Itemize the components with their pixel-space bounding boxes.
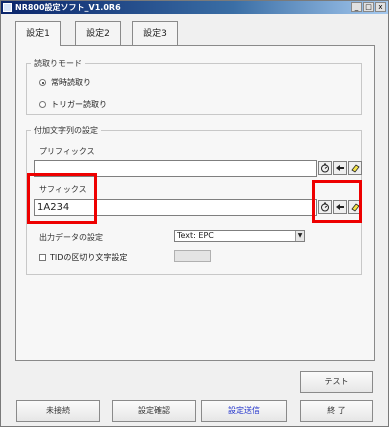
radio-trigger-read-label: トリガー読取り (51, 100, 107, 109)
radio-selected-icon (39, 79, 46, 86)
output-data-label: 出力データの設定 (39, 233, 103, 242)
tab-settings-2[interactable]: 設定2 (75, 21, 121, 45)
prefix-input[interactable] (34, 160, 317, 177)
send-settings-button[interactable]: 設定送信 (201, 400, 287, 422)
suffix-label: サフィックス (39, 185, 87, 194)
history-button-prefix[interactable] (318, 161, 332, 175)
timer-icon (321, 163, 329, 173)
left-arrow-icon (336, 165, 344, 171)
tid-delimiter-input (174, 250, 211, 262)
read-mode-group: 読取りモード 常時読取り トリガー読取り (26, 58, 362, 115)
read-mode-legend: 読取りモード (34, 59, 82, 68)
minimize-button[interactable]: _ (351, 2, 362, 12)
window-controls: _ □ x (351, 2, 386, 12)
exit-button[interactable]: 終 了 (300, 400, 373, 422)
timer-icon (321, 202, 329, 212)
window-title: NR800設定ソフト_V1.0R6 (15, 3, 121, 12)
append-string-legend: 付加文字列の設定 (34, 126, 98, 135)
tab-panel: 読取りモード 常時読取り トリガー読取り 付加文字列の設定 プリフィックス サフ… (15, 45, 375, 361)
append-string-group: 付加文字列の設定 プリフィックス サフィックス 1A234 出力データの設定 T… (26, 125, 362, 275)
suffix-input[interactable]: 1A234 (34, 199, 317, 216)
test-button[interactable]: テスト (300, 371, 373, 393)
radio-unselected-icon (39, 101, 46, 108)
left-arrow-icon (336, 204, 344, 210)
radio-continuous-read[interactable]: 常時読取り (39, 77, 91, 88)
tid-delimiter-label: TIDの区切り文字設定 (50, 253, 128, 262)
chevron-down-icon[interactable]: ▼ (295, 231, 304, 241)
maximize-button[interactable]: □ (363, 2, 374, 12)
confirm-settings-button[interactable]: 設定確認 (112, 400, 196, 422)
tid-delimiter-checkbox[interactable]: TIDの区切り文字設定 (39, 252, 127, 263)
close-button[interactable]: x (375, 2, 386, 12)
output-data-select[interactable]: Text: EPC ▼ (174, 230, 305, 242)
clear-button-suffix[interactable] (348, 200, 362, 214)
checkbox-box (39, 254, 46, 261)
title-bar: NR800設定ソフト_V1.0R6 _ □ x (1, 1, 388, 14)
app-window: NR800設定ソフト_V1.0R6 _ □ x 設定1 設定2 設定3 読取りモ… (0, 0, 389, 427)
tab-settings-1[interactable]: 設定1 (15, 21, 61, 46)
eraser-icon (351, 203, 360, 212)
history-button-suffix[interactable] (318, 200, 332, 214)
radio-trigger-read[interactable]: トリガー読取り (39, 99, 107, 110)
connection-status-button[interactable]: 未接続 (16, 400, 100, 422)
backspace-button-suffix[interactable] (333, 200, 347, 214)
clear-button-prefix[interactable] (348, 161, 362, 175)
output-data-select-value: Text: EPC (177, 231, 214, 240)
prefix-label: プリフィックス (39, 147, 95, 156)
eraser-icon (351, 164, 360, 173)
radio-continuous-read-label: 常時読取り (51, 78, 91, 87)
tab-settings-3[interactable]: 設定3 (132, 21, 178, 45)
app-icon (3, 3, 12, 12)
backspace-button-prefix[interactable] (333, 161, 347, 175)
